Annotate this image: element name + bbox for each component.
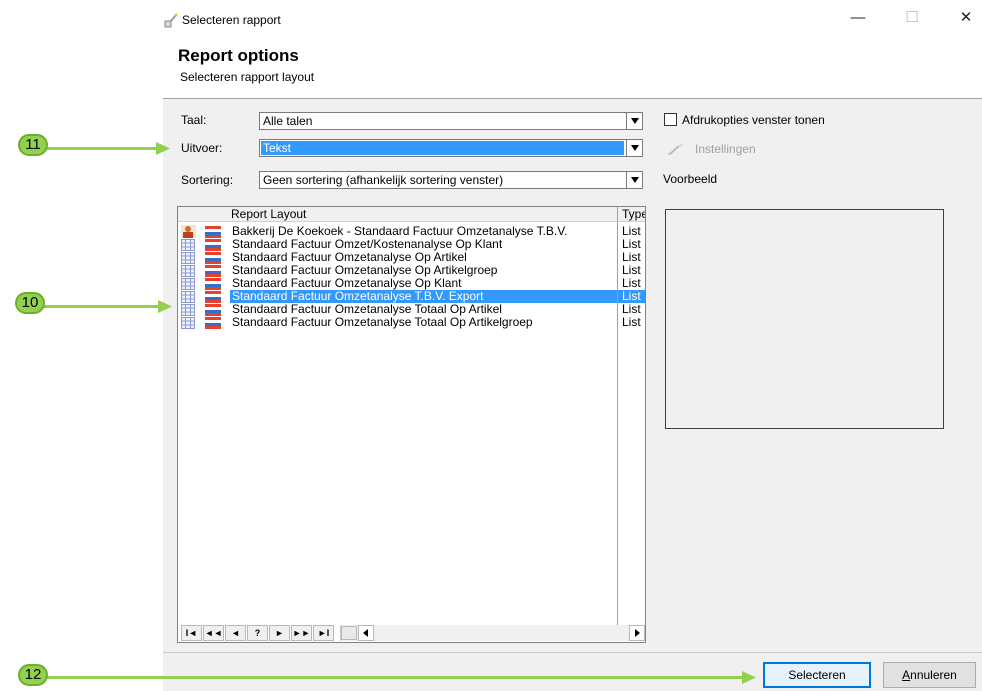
- report-icon: [205, 252, 221, 264]
- chevron-down-icon[interactable]: [626, 172, 642, 188]
- first-record-button[interactable]: I◄: [181, 625, 202, 641]
- print-options-checkbox[interactable]: [664, 113, 677, 126]
- grid-icon: [181, 239, 195, 251]
- callout-arrow-list: [38, 305, 165, 308]
- select-button[interactable]: Selecteren: [763, 662, 871, 688]
- report-icon: [205, 226, 221, 238]
- instellingen-button[interactable]: Instellingen: [695, 142, 756, 156]
- uitvoer-value: Tekst: [261, 141, 624, 155]
- grid-icon: [181, 265, 195, 277]
- grid-icon: [181, 278, 195, 290]
- grid-icon: [181, 291, 195, 303]
- report-layout-list[interactable]: Report Layout Type Bakkerij De Koekoek -…: [177, 206, 646, 643]
- maximize-button[interactable]: ☐: [899, 6, 925, 30]
- callout-arrow-uitvoer: [38, 147, 163, 150]
- list-item[interactable]: Standaard Factuur Omzetanalyse Totaal Op…: [178, 316, 645, 329]
- column-header-type[interactable]: Type: [617, 207, 645, 222]
- taal-label: Taal:: [181, 113, 207, 127]
- chevron-down-icon[interactable]: [626, 113, 642, 129]
- grid-icon: [181, 252, 195, 264]
- report-icon: [205, 265, 221, 277]
- dialog-heading: Report options: [178, 46, 299, 65]
- scroll-left-button[interactable]: [358, 625, 374, 641]
- sortering-value: Geen sortering (afhankelijk sortering ve…: [263, 173, 504, 187]
- report-icon: [205, 291, 221, 303]
- taal-dropdown[interactable]: Alle talen: [259, 112, 643, 130]
- prev-page-button[interactable]: ◄◄: [203, 625, 224, 641]
- last-record-button[interactable]: ►I: [313, 625, 334, 641]
- uitvoer-dropdown[interactable]: Tekst: [259, 139, 643, 157]
- prev-record-button[interactable]: ◄: [225, 625, 246, 641]
- footer-divider: [163, 652, 982, 653]
- scroll-right-button[interactable]: [629, 625, 645, 641]
- uitvoer-label: Uitvoer:: [181, 141, 223, 155]
- window-title: Selecteren rapport: [182, 13, 281, 27]
- help-button[interactable]: ?: [247, 625, 268, 641]
- sortering-dropdown[interactable]: Geen sortering (afhankelijk sortering ve…: [259, 171, 643, 189]
- report-icon: [205, 278, 221, 290]
- report-name: Standaard Factuur Omzetanalyse Totaal Op…: [232, 315, 533, 329]
- callout-badge-11: 11: [18, 134, 48, 156]
- report-icon: [205, 239, 221, 251]
- user-layout-icon: [181, 225, 196, 238]
- next-record-button[interactable]: ►: [269, 625, 290, 641]
- chevron-down-icon[interactable]: [626, 140, 642, 156]
- print-options-label[interactable]: Afdrukopties venster tonen: [682, 113, 825, 127]
- cancel-button[interactable]: Annuleren: [883, 662, 976, 688]
- callout-badge-12: 12: [18, 664, 48, 686]
- report-wand-icon: [164, 13, 178, 28]
- arrowhead-icon: [742, 671, 756, 684]
- report-icon: [205, 304, 221, 316]
- grid-icon: [181, 317, 195, 329]
- callout-badge-10: 10: [15, 292, 45, 314]
- settings-wand-icon: [668, 143, 683, 155]
- column-header-report-layout[interactable]: Report Layout: [178, 207, 617, 222]
- minimize-button[interactable]: —: [845, 6, 871, 30]
- scrollbar-thumb[interactable]: [341, 626, 357, 640]
- close-button[interactable]: ✕: [953, 6, 979, 30]
- preview-label: Voorbeeld: [663, 172, 718, 186]
- arrowhead-icon: [158, 300, 172, 313]
- grid-icon: [181, 304, 195, 316]
- report-type: List: [622, 315, 641, 329]
- next-page-button[interactable]: ►►: [291, 625, 312, 641]
- taal-value: Alle talen: [263, 114, 313, 128]
- callout-arrow-select: [38, 676, 748, 679]
- arrowhead-icon: [156, 142, 170, 155]
- preview-box: [665, 209, 944, 429]
- horizontal-scrollbar[interactable]: [340, 625, 645, 641]
- dialog-subheading: Selecteren rapport layout: [180, 70, 315, 84]
- sortering-label: Sortering:: [181, 173, 234, 187]
- report-icon: [205, 317, 221, 329]
